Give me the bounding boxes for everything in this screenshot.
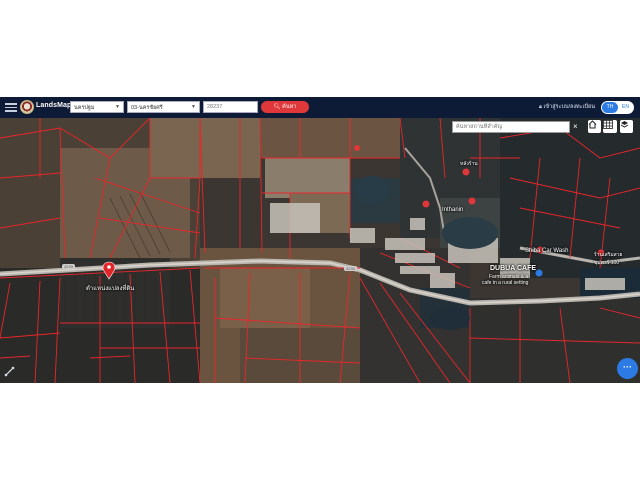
measure-tool-button[interactable] — [3, 365, 16, 378]
department-logo — [20, 100, 34, 114]
poi-label: Inthanin — [442, 207, 464, 213]
more-options-button[interactable]: ··· — [617, 358, 638, 379]
road-number-badge: 3233 — [344, 266, 357, 271]
search-button[interactable]: 🔍︎ ค้นหา — [261, 101, 309, 113]
poi-label: Shiba Car Wash — [525, 248, 569, 254]
home-button[interactable] — [588, 120, 601, 133]
layers-icon — [620, 121, 629, 128]
close-icon[interactable]: × — [573, 121, 583, 133]
hamburger-menu-icon[interactable] — [5, 101, 17, 113]
login-register-link[interactable]: 🔒︎ เข้าสู่ระบบ/ลงทะเบียน — [539, 103, 595, 111]
search-icon: 🔍︎ — [273, 104, 281, 110]
ruler-icon — [4, 366, 15, 377]
language-toggle: TH EN — [601, 101, 634, 114]
lock-icon: 🔒︎ — [539, 104, 542, 110]
login-register-label: เข้าสู่ระบบ/ลงทะเบียน — [543, 104, 595, 110]
chevron-down-icon: ▼ — [191, 104, 196, 110]
landsmaps-app: LandsMaps นครปฐม ▼ 03-นครชัยศรี ▼ 🔍︎ ค้น… — [0, 97, 640, 383]
home-icon — [588, 120, 597, 129]
parcel-number-input[interactable] — [203, 101, 258, 113]
poi-label: cafe in a rural setting — [482, 280, 529, 286]
poi-label: ร้านเสริมสวย — [594, 252, 623, 258]
search-button-label: ค้นหา — [282, 104, 297, 110]
satellite-map[interactable]: 3233 3233 ตำแหน่งแปลงที่ดิน หลังร้าน Int… — [0, 118, 640, 383]
poi-label: ซุปตาร์ 100 — [594, 260, 620, 266]
district-select[interactable]: 03-นครชัยศรี ▼ — [127, 101, 200, 113]
lang-th-button[interactable]: TH — [602, 102, 618, 113]
poi-label: DUBUA CAFE — [490, 265, 537, 272]
layers-button[interactable] — [620, 120, 633, 133]
poi-label: หลังร้าน — [460, 161, 478, 167]
province-value: นครปฐม — [74, 105, 95, 111]
road-number-badge: 3233 — [62, 264, 75, 269]
district-value: 03-นครชัยศรี — [131, 105, 163, 111]
province-select[interactable]: นครปฐม ▼ — [70, 101, 124, 113]
grid-icon — [603, 120, 613, 129]
place-search-input[interactable] — [452, 121, 570, 133]
grid-toggle-button[interactable] — [603, 120, 617, 133]
parcel-pin-label: ตำแหน่งแปลงที่ดิน — [86, 286, 135, 292]
top-navbar: LandsMaps นครปฐม ▼ 03-นครชัยศรี ▼ 🔍︎ ค้น… — [0, 97, 640, 118]
chevron-down-icon: ▼ — [115, 104, 120, 110]
lang-en-button[interactable]: EN — [618, 102, 633, 113]
